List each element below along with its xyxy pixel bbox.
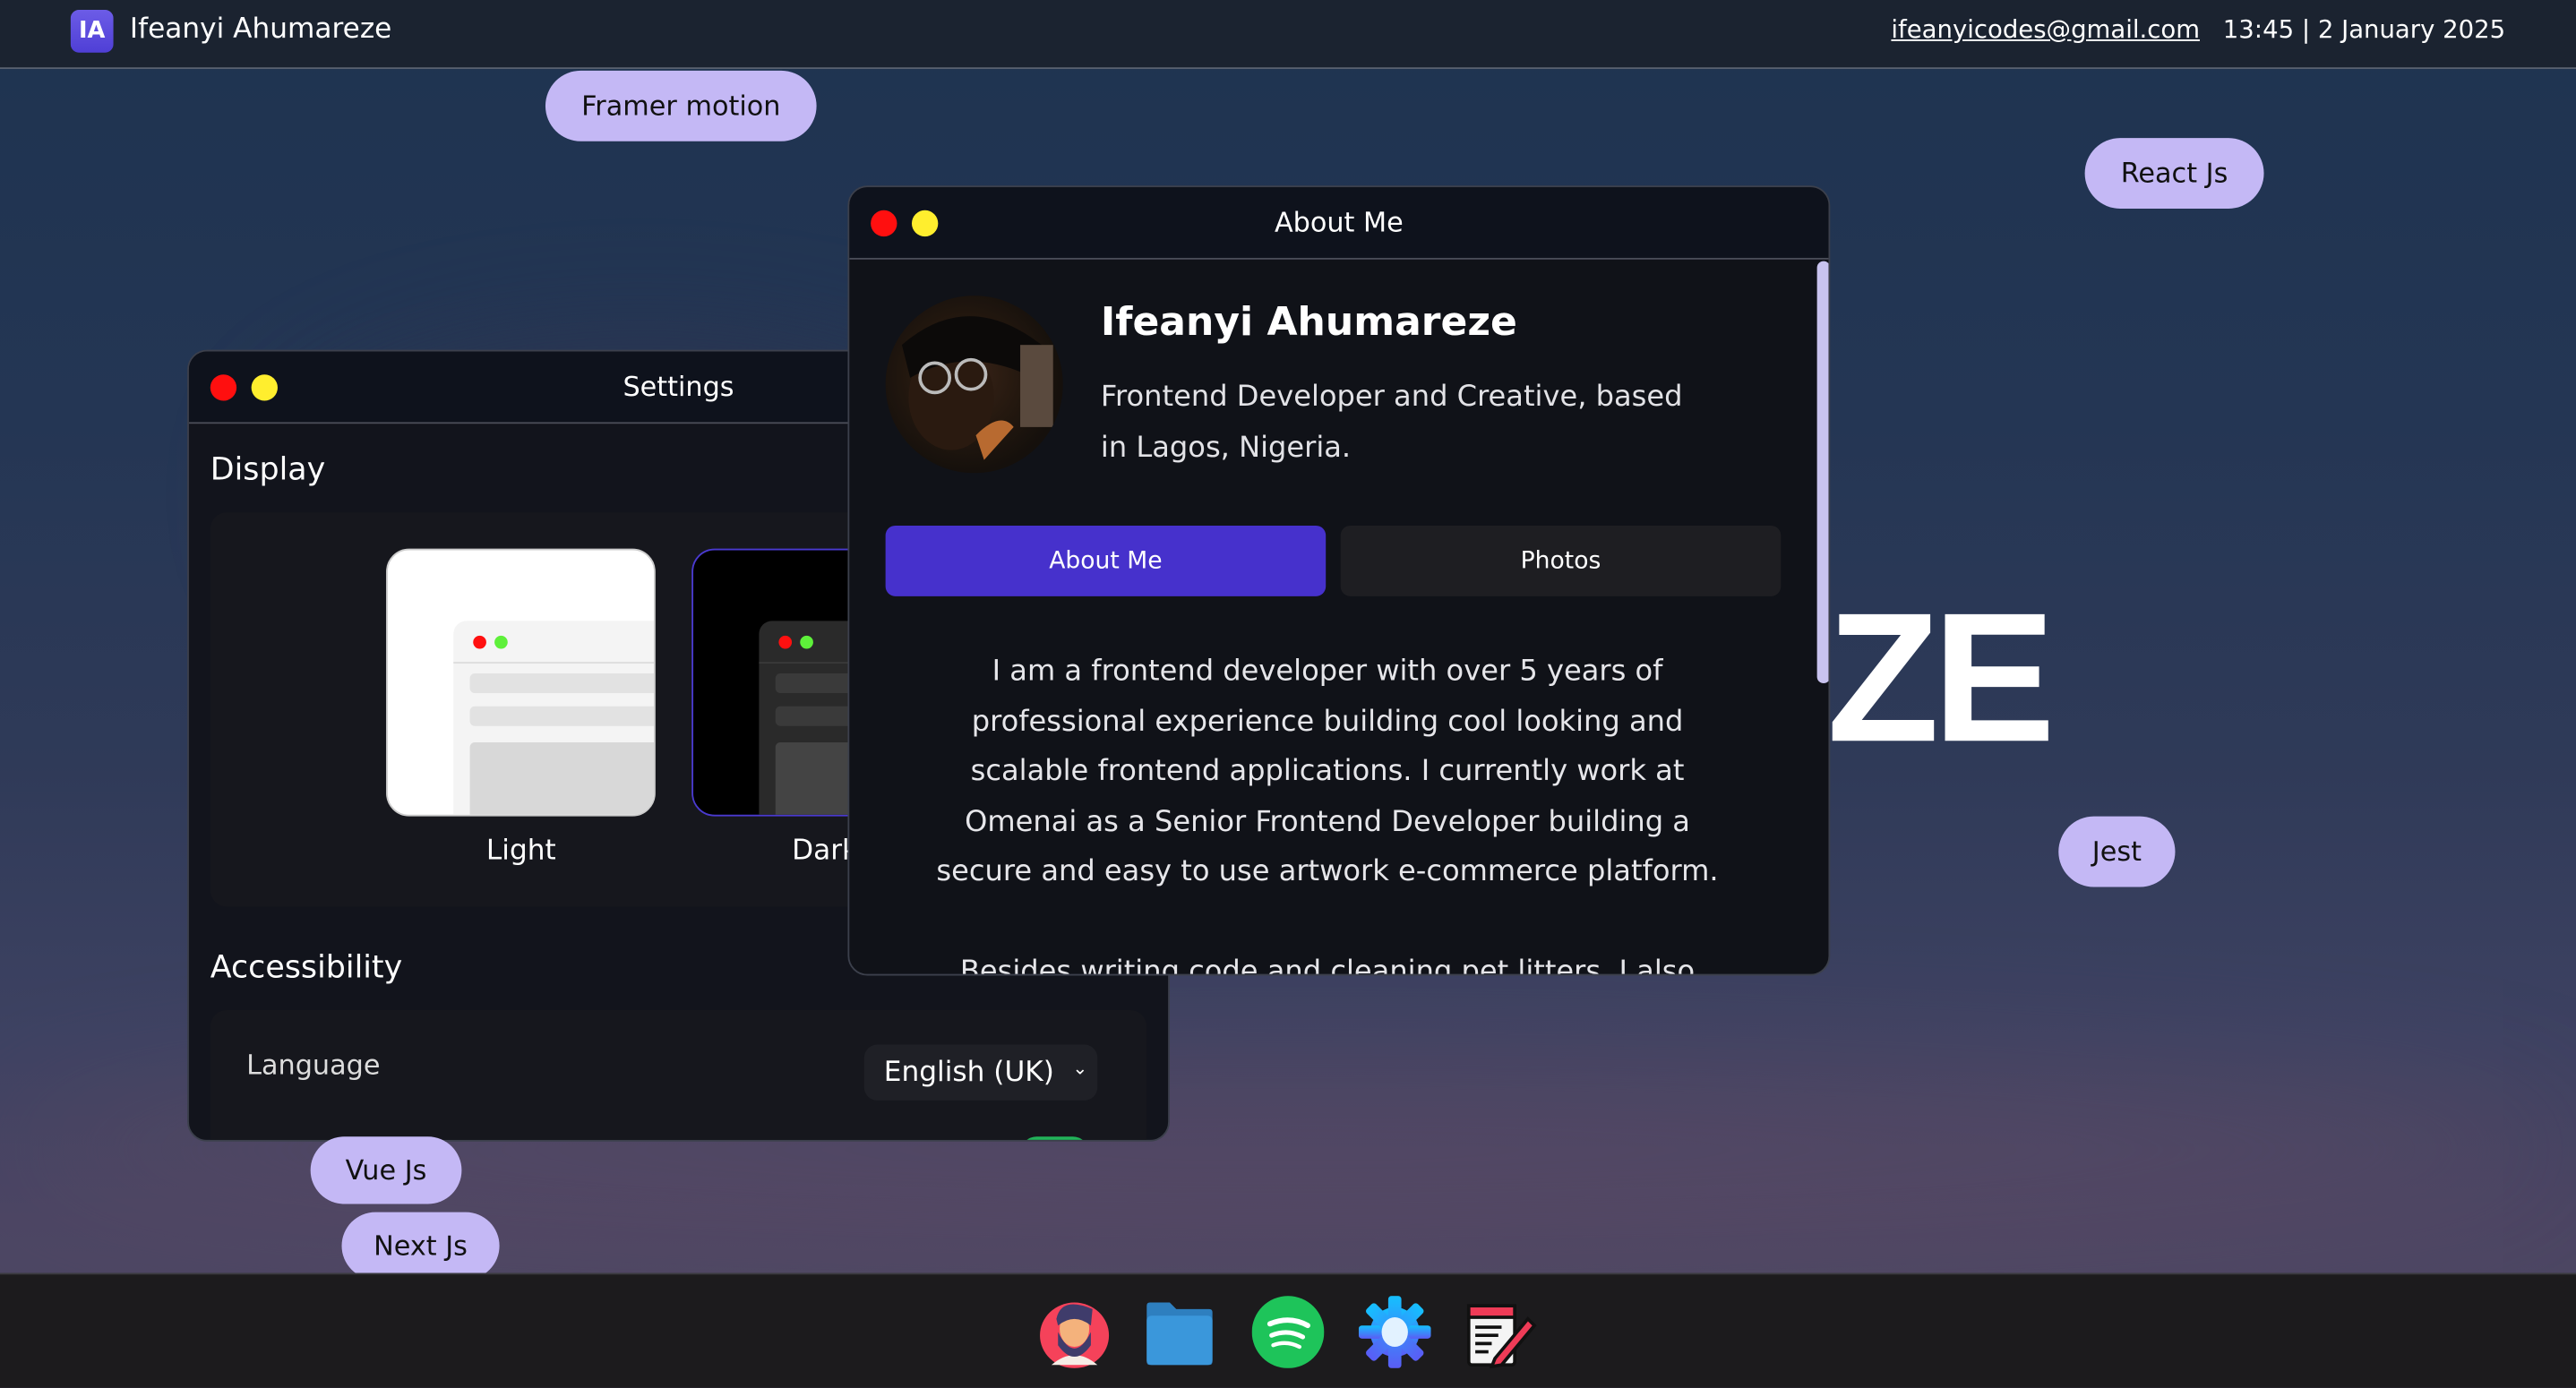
- avatar-app-icon[interactable]: [1038, 1296, 1111, 1368]
- folder-icon[interactable]: [1144, 1296, 1216, 1368]
- theme-light-label: Light: [485, 834, 556, 868]
- gear-icon[interactable]: [1358, 1296, 1431, 1368]
- light-preview: [453, 621, 655, 815]
- top-bar: IA Ifeanyi Ahumareze ifeanyicodes@gmail.…: [0, 0, 2576, 70]
- theme-light-option[interactable]: [386, 548, 656, 817]
- spotify-icon[interactable]: [1251, 1296, 1325, 1368]
- language-label: Language: [246, 1050, 381, 1081]
- toggle-switch[interactable]: [1020, 1136, 1090, 1140]
- dock: [0, 1272, 2576, 1388]
- background-name-text: ZE: [1826, 574, 2056, 781]
- tab-photos[interactable]: Photos: [1340, 525, 1782, 596]
- desktop: IA Ifeanyi Ahumareze ifeanyicodes@gmail.…: [0, 0, 2576, 1388]
- chevron-down-icon: ⌄: [1072, 1058, 1088, 1080]
- display-heading: Display: [210, 451, 326, 488]
- scrollbar-thumb[interactable]: [1816, 261, 1829, 684]
- tag-react-js[interactable]: React Js: [2084, 138, 2264, 209]
- about-titlebar[interactable]: About Me: [849, 187, 1829, 260]
- tag-framer-motion[interactable]: Framer motion: [545, 70, 817, 141]
- logo[interactable]: IA: [70, 10, 114, 53]
- tag-vue-js[interactable]: Vue Js: [310, 1136, 462, 1204]
- tag-next-js[interactable]: Next Js: [341, 1212, 500, 1280]
- language-select[interactable]: English (UK) ⌄: [863, 1044, 1098, 1101]
- window-title: About Me: [1274, 207, 1404, 238]
- profile-photo: [885, 296, 1063, 474]
- brand-name: Ifeanyi Ahumareze: [129, 13, 392, 47]
- about-paragraph: I am a frontend developer with over 5 ye…: [936, 655, 1719, 976]
- notes-icon[interactable]: [1465, 1296, 1538, 1369]
- about-window: About Me Ifeanyi Ahumareze Frontend Deve…: [847, 185, 1831, 976]
- accessibility-heading: Accessibility: [210, 949, 403, 986]
- tab-about-me[interactable]: About Me: [885, 525, 1327, 596]
- profile-subtitle: Frontend Developer and Creative, based i…: [1100, 381, 1683, 466]
- profile-name: Ifeanyi Ahumareze: [1100, 298, 1517, 346]
- datetime: 13:45 | 2 January 2025: [2222, 14, 2506, 45]
- tag-jest[interactable]: Jest: [2058, 816, 2176, 887]
- email-link[interactable]: ifeanyicodes@gmail.com: [1891, 15, 2200, 45]
- language-value: English (UK): [883, 1056, 1054, 1090]
